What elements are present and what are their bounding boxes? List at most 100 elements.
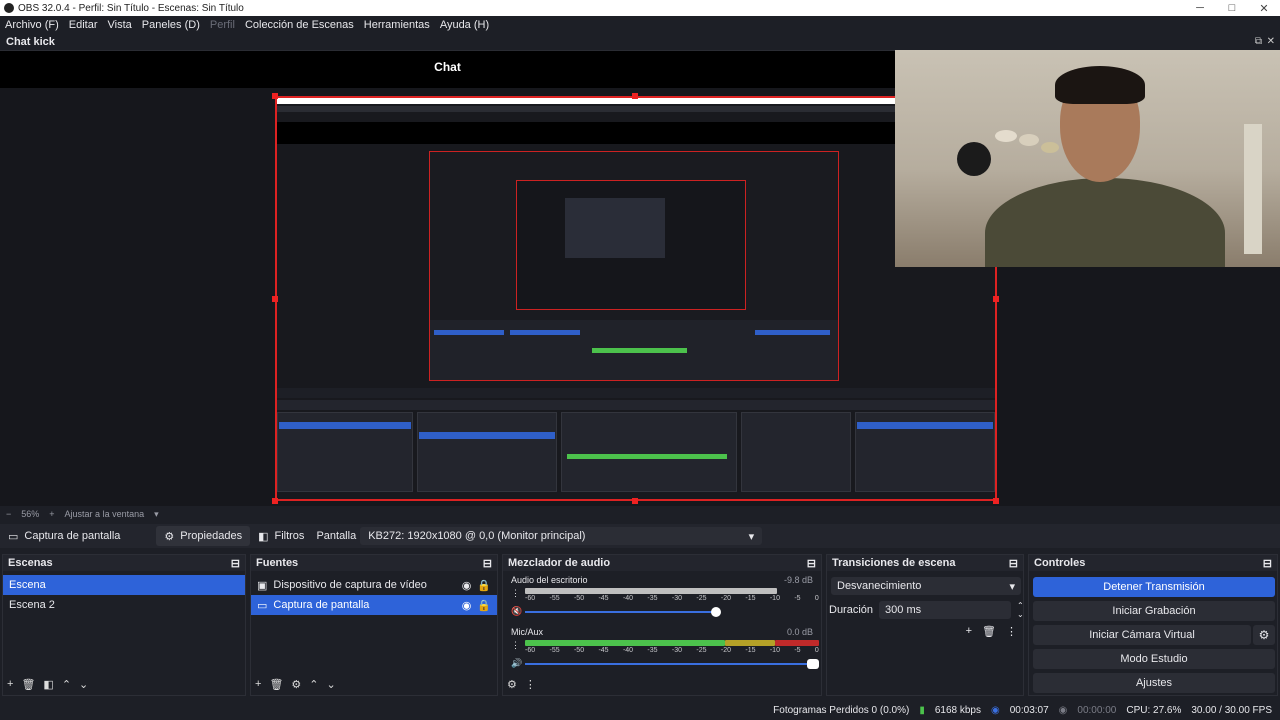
menu-editar[interactable]: Editar <box>64 19 103 31</box>
menu-coleccion-escenas[interactable]: Colección de Escenas <box>240 19 359 31</box>
close-icon[interactable]: ✕ <box>1248 2 1280 15</box>
transition-select[interactable]: Desvanecimiento ▾ <box>831 577 1021 595</box>
move-down-icon[interactable]: ⌄ <box>327 678 336 691</box>
status-bar: Fotogramas Perdidos 0 (0.0%) ▮ 6168 kbps… <box>0 700 1280 720</box>
trash-icon[interactable]: 🗑 <box>21 678 35 691</box>
resize-handle[interactable] <box>272 296 278 302</box>
mixer-channel-desktop: Audio del escritorio -9.8 dB ⋮ -60 -55 -50… <box>509 575 819 621</box>
trash-icon[interactable]: 🗑 <box>982 625 996 638</box>
zoom-out-icon[interactable]: − <box>6 509 11 519</box>
move-up-icon[interactable]: ⌃ <box>62 678 71 691</box>
dropped-frames: Fotogramas Perdidos 0 (0.0%) <box>773 704 910 716</box>
dock-menu-icon[interactable]: ⊟ <box>231 557 240 570</box>
settings-button[interactable]: Ajustes <box>1033 673 1275 693</box>
volume-slider-knob[interactable] <box>711 607 721 617</box>
properties-label: Propiedades <box>180 530 243 542</box>
webcam-video[interactable] <box>895 50 1280 267</box>
transitions-dock: Transiciones de escena ⊟ Desvanecimiento … <box>826 554 1024 696</box>
resize-handle[interactable] <box>632 93 638 99</box>
volume-slider[interactable] <box>525 611 715 613</box>
start-recording-button[interactable]: Iniciar Grabación <box>1033 601 1275 621</box>
scene-item[interactable]: Escena 2 <box>3 595 245 615</box>
minimize-icon[interactable]: ─ <box>1184 2 1216 14</box>
dock-menu-icon[interactable]: ⊟ <box>483 557 492 570</box>
screen-capture-preview[interactable] <box>275 96 997 501</box>
move-down-icon[interactable]: ⌄ <box>79 678 88 691</box>
chevron-down-icon: ▾ <box>1009 580 1015 593</box>
duration-input[interactable]: 300 ms <box>879 601 1012 619</box>
controls-dock: Controles ⊟ Detener Transmisión Iniciar G… <box>1028 554 1278 696</box>
meter-ticks: -60 -55 -50 -45 -40 -35 -30 -25 -20 -15 -10 -5 0 <box>525 647 819 654</box>
eye-icon[interactable]: ◉ <box>462 599 472 612</box>
dock-menu-icon[interactable]: ⊟ <box>807 557 816 570</box>
maximize-icon[interactable]: □ <box>1216 2 1248 14</box>
filters-label: Filtros <box>274 530 305 542</box>
selected-source-name: Captura de pantalla <box>24 530 121 542</box>
virtual-camera-settings-gear-icon[interactable]: ⚙ <box>1253 625 1275 645</box>
gear-icon[interactable]: ⚙ <box>291 678 301 691</box>
close-dock-icon[interactable]: ✕ <box>1267 36 1275 47</box>
nested-inner-capture <box>429 151 839 381</box>
duration-label: Duración <box>829 604 874 616</box>
trash-icon[interactable]: 🗑 <box>269 678 283 691</box>
menu-perfil[interactable]: Perfil <box>205 19 240 31</box>
studio-mode-button[interactable]: Modo Estudio <box>1033 649 1275 669</box>
add-icon[interactable]: + <box>966 625 972 638</box>
volume-meter-yellow <box>725 640 775 646</box>
volume-slider[interactable] <box>525 663 815 665</box>
speaker-muted-icon[interactable]: 🔇 <box>511 606 522 617</box>
source-label: Captura de pantalla <box>273 599 370 611</box>
menu-herramientas[interactable]: Herramientas <box>359 19 435 31</box>
signal-icon: ▮ <box>919 704 925 716</box>
menu-ayuda[interactable]: Ayuda (H) <box>435 19 494 31</box>
filter-icon: ◧ <box>258 530 269 543</box>
cpu-usage: CPU: 27.6% <box>1126 704 1182 716</box>
chat-dock-title: Chat kick <box>6 36 55 48</box>
bitrate: 6168 kbps <box>934 704 981 716</box>
stepper-icon[interactable]: ⌃ ⌄ <box>1017 601 1024 619</box>
nested-menubar <box>277 106 995 112</box>
chat-title: Chat <box>434 60 461 74</box>
lock-icon[interactable]: 🔒 <box>477 579 491 592</box>
resize-handle[interactable] <box>272 93 278 99</box>
dock-menu-icon[interactable]: ⊟ <box>1009 557 1018 570</box>
channel-menu-icon[interactable]: ⋮ <box>511 640 520 651</box>
resize-handle[interactable] <box>632 498 638 504</box>
source-item[interactable]: ▭ Captura de pantalla ◉ 🔒 <box>251 595 497 615</box>
move-up-icon[interactable]: ⌃ <box>309 678 318 691</box>
mixer-menu-icon[interactable]: ⋮ <box>525 678 536 691</box>
fit-window-dropdown[interactable]: Ajustar a la ventana <box>65 509 145 519</box>
chevron-down-icon[interactable]: ▾ <box>154 509 159 520</box>
filter-icon[interactable]: ◧ <box>43 678 53 691</box>
speaker-icon[interactable]: 🔊 <box>511 658 522 669</box>
eye-icon[interactable]: ◉ <box>462 579 472 592</box>
properties-button[interactable]: ⚙ Propiedades <box>156 526 251 546</box>
fps: 30.00 / 30.00 FPS <box>1191 704 1272 716</box>
lock-icon[interactable]: 🔒 <box>477 599 491 612</box>
display-select[interactable]: KB272: 1920x1080 @ 0,0 (Monitor principa… <box>360 527 763 545</box>
advanced-audio-icon[interactable]: ⚙ <box>507 678 517 691</box>
start-virtual-camera-button[interactable]: Iniciar Cámara Virtual <box>1033 625 1251 645</box>
dock-menu-icon[interactable]: ⊟ <box>1263 557 1272 570</box>
stop-streaming-button[interactable]: Detener Transmisión <box>1033 577 1275 597</box>
resize-handle[interactable] <box>993 498 999 504</box>
add-icon[interactable]: + <box>7 678 13 691</box>
resize-handle[interactable] <box>272 498 278 504</box>
volume-meter-red <box>775 640 819 646</box>
channel-menu-icon[interactable]: ⋮ <box>511 588 520 599</box>
float-dock-icon[interactable]: ⧉ <box>1255 36 1262 47</box>
add-icon[interactable]: + <box>255 678 261 691</box>
zoom-in-icon[interactable]: + <box>49 509 54 519</box>
meter-ticks: -60 -55 -50 -45 -40 -35 -30 -25 -20 -15 -10 -5 0 <box>525 595 819 602</box>
menu-dots-icon[interactable]: ⋮ <box>1006 625 1017 638</box>
scene-item[interactable]: Escena <box>3 575 245 595</box>
source-item[interactable]: ▣ Dispositivo de captura de vídeo ◉ 🔒 <box>251 575 497 595</box>
volume-meter <box>525 588 777 594</box>
volume-slider-knob[interactable] <box>807 659 819 669</box>
filters-button[interactable]: ◧ Filtros <box>250 526 312 546</box>
menu-vista[interactable]: Vista <box>103 19 137 31</box>
resize-handle[interactable] <box>993 296 999 302</box>
zoom-level: 56% <box>21 509 40 519</box>
menu-archivo[interactable]: Archivo (F) <box>0 19 64 31</box>
menu-paneles[interactable]: Paneles (D) <box>137 19 205 31</box>
